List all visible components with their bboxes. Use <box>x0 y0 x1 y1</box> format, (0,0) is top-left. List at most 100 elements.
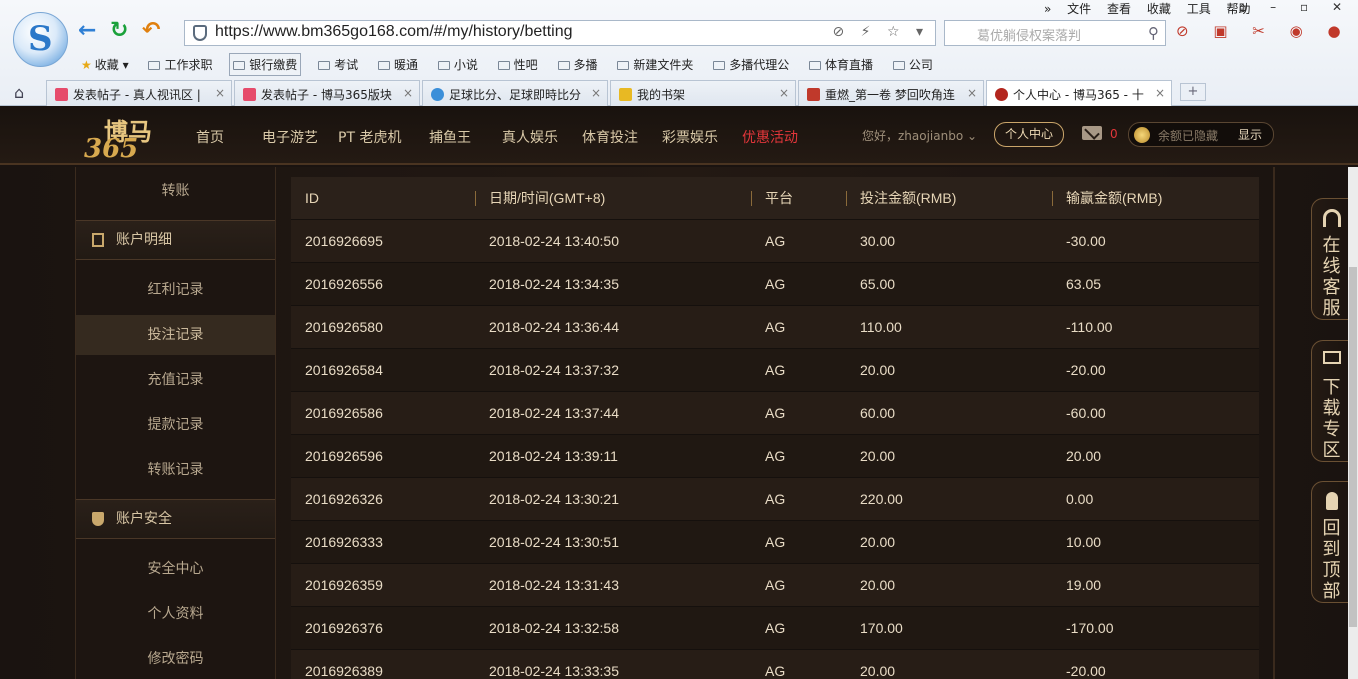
bookmark-folder[interactable]: 暖通 <box>375 54 421 75</box>
cell-win-loss: 0.00 <box>1052 476 1259 520</box>
folder-icon <box>809 61 822 70</box>
mail-icon[interactable] <box>1082 126 1102 140</box>
refresh-button[interactable]: ↻ <box>110 20 128 42</box>
tab-1[interactable]: 发表帖子 - 真人视讯区 | × <box>46 80 232 106</box>
shield-icon <box>92 512 104 526</box>
bookmark-folder[interactable]: 小说 <box>435 54 481 75</box>
undo-button[interactable]: ↶ <box>142 20 160 42</box>
download-zone-button[interactable]: 下载专区 <box>1311 340 1351 462</box>
nav-promotions[interactable]: 优惠活动 <box>742 127 798 147</box>
cell-id: 2016926333 <box>291 519 475 563</box>
nav-lottery[interactable]: 彩票娱乐 <box>662 127 718 147</box>
new-tab-button[interactable]: + <box>1180 83 1206 101</box>
cell-platform: AG <box>751 648 846 679</box>
scrollbar-thumb[interactable] <box>1349 267 1357 627</box>
online-service-button[interactable]: 在线客服 <box>1311 198 1351 320</box>
folder-icon <box>892 61 905 70</box>
nav-sports[interactable]: 体育投注 <box>582 127 638 147</box>
menu-bar: » 文件 查看 收藏 工具 帮助 <box>1044 0 1263 16</box>
address-bar-icons[interactable]: ⊘ ⚡ ☆ ▾ <box>833 24 930 40</box>
bookmark-folder[interactable]: 多播代理公 <box>710 54 792 75</box>
close-icon[interactable]: × <box>215 86 225 100</box>
user-greeting[interactable]: 您好，zhaojianbo ⌄ <box>862 127 977 144</box>
bookmark-folder[interactable]: 公司 <box>890 54 936 75</box>
table-row: 2016926359 2018-02-24 13:31:43 AG 20.00 19.0… <box>291 562 1259 606</box>
nav-home[interactable]: 首页 <box>196 127 224 147</box>
cell-platform: AG <box>751 476 846 520</box>
menu-favorites[interactable]: 收藏 <box>1147 2 1171 16</box>
window-controls[interactable]: ⌂ – ▫ ✕ <box>1239 0 1352 14</box>
bookmark-folder[interactable]: 考试 <box>315 54 361 75</box>
bookmark-folder[interactable]: 银行缴费 <box>229 53 302 76</box>
url-text[interactable]: https://www.bm365go168.com/#/my/history/… <box>215 23 573 41</box>
ledger-icon <box>92 233 104 247</box>
bookmark-folder[interactable]: 性吧 <box>495 54 541 75</box>
cell-platform: AG <box>751 261 846 305</box>
cell-bet-amount: 20.00 <box>846 519 1052 563</box>
column-header-id: ID <box>291 177 475 219</box>
site-favicon-icon <box>55 88 68 101</box>
tab-4[interactable]: 我的书架 × <box>610 80 796 106</box>
nav-fishing[interactable]: 捕鱼王 <box>429 127 471 147</box>
content-area: 转账 账户明细 红利记录 投注记录 充值记录 提款记录 转账记录 账户安全 安全… <box>0 167 1358 679</box>
toolbar-extension-icons[interactable]: ⊘ ▣ ✂ ◉ ● <box>1176 22 1351 40</box>
close-icon[interactable]: × <box>403 86 413 100</box>
sidebar-item-betting-records[interactable]: 投注记录 <box>76 315 275 355</box>
mail-count: 0 <box>1110 127 1118 141</box>
menu-tools[interactable]: 工具 <box>1187 2 1211 16</box>
sidebar-item-transfer[interactable]: 转账 <box>76 171 275 211</box>
site-logo[interactable]: 博马 365 <box>80 112 164 164</box>
personal-center-button[interactable]: 个人中心 <box>994 122 1064 147</box>
sidebar-item-profile[interactable]: 个人资料 <box>76 594 275 634</box>
show-balance-link[interactable]: 显示 <box>1238 126 1262 143</box>
sidebar-item-withdrawal-records[interactable]: 提款记录 <box>76 405 275 445</box>
close-icon[interactable]: × <box>779 86 789 100</box>
sidebar-item-bonus-records[interactable]: 红利记录 <box>76 270 275 310</box>
search-box[interactable]: 葛优躺侵权案落判 ⚲ <box>944 20 1166 46</box>
sidebar-item-security-center[interactable]: 安全中心 <box>76 549 275 589</box>
back-to-top-button[interactable]: 回到顶部 <box>1311 481 1351 603</box>
search-icon[interactable]: ⚲ <box>1148 24 1159 42</box>
cell-datetime: 2018-02-24 13:37:44 <box>475 390 751 434</box>
cell-win-loss: 63.05 <box>1052 261 1259 305</box>
menu-view[interactable]: 查看 <box>1107 2 1131 16</box>
bookmark-folder[interactable]: 工作求职 <box>145 54 215 75</box>
address-bar[interactable]: https://www.bm365go168.com/#/my/history/… <box>184 20 936 46</box>
browser-logo-icon[interactable]: S <box>13 12 68 67</box>
sidebar-item-change-password[interactable]: 修改密码 <box>76 639 275 679</box>
bookmarks-bar: ★ 收藏 ▾ 工作求职 银行缴费 考试 暖通 小说 性吧 多播 新建文件夹 多播代… <box>78 53 946 76</box>
close-icon[interactable]: × <box>591 86 601 100</box>
close-icon[interactable]: × <box>967 86 977 100</box>
sidebar-item-transfer-records[interactable]: 转账记录 <box>76 450 275 490</box>
cell-datetime: 2018-02-24 13:30:21 <box>475 476 751 520</box>
bookmark-folder[interactable]: 多播 <box>555 54 601 75</box>
close-icon[interactable]: × <box>1155 86 1165 100</box>
nav-pt-slots[interactable]: PT 老虎机 <box>338 127 401 147</box>
cell-datetime: 2018-02-24 13:34:35 <box>475 261 751 305</box>
cell-id: 2016926584 <box>291 347 475 391</box>
cell-platform: AG <box>751 218 846 262</box>
nav-live-casino[interactable]: 真人娱乐 <box>502 127 558 147</box>
tab-3[interactable]: 足球比分、足球即時比分 × <box>422 80 608 106</box>
search-input[interactable]: 葛优躺侵权案落判 <box>977 25 1081 44</box>
page-scrollbar[interactable] <box>1348 167 1358 679</box>
menu-file[interactable]: 文件 <box>1067 2 1091 16</box>
bookmarks-menu[interactable]: ★ 收藏 ▾ <box>78 54 132 75</box>
tab-active[interactable]: 个人中心 - 博马365 - 十 × <box>986 80 1172 106</box>
sidebar-section-account-details[interactable]: 账户明细 <box>76 220 275 260</box>
back-button[interactable]: ← <box>78 20 96 42</box>
bookmark-folder[interactable]: 体育直播 <box>806 54 876 75</box>
tab-2[interactable]: 发表帖子 - 博马365版块 × <box>234 80 420 106</box>
home-icon[interactable]: ⌂ <box>14 83 24 102</box>
tab-5[interactable]: 重燃_第一卷 梦回吹角连 × <box>798 80 984 106</box>
sidebar-item-deposit-records[interactable]: 充值记录 <box>76 360 275 400</box>
browser-chrome: S ← ↻ ↶ https://www.bm365go168.com/#/my/… <box>0 0 1358 106</box>
sidebar-section-account-security[interactable]: 账户安全 <box>76 499 275 539</box>
table-row: 2016926326 2018-02-24 13:30:21 AG 220.00 0.0… <box>291 476 1259 520</box>
bookmark-folder[interactable]: 新建文件夹 <box>614 54 696 75</box>
nav-egames[interactable]: 电子游艺 <box>262 127 318 147</box>
cell-platform: AG <box>751 519 846 563</box>
betting-history-table: ID 日期/时间(GMT+8) 平台 投注金额(RMB) 输赢金额(RMB) 2… <box>291 177 1259 679</box>
menu-more-icon[interactable]: » <box>1044 2 1051 16</box>
cell-bet-amount: 20.00 <box>846 562 1052 606</box>
